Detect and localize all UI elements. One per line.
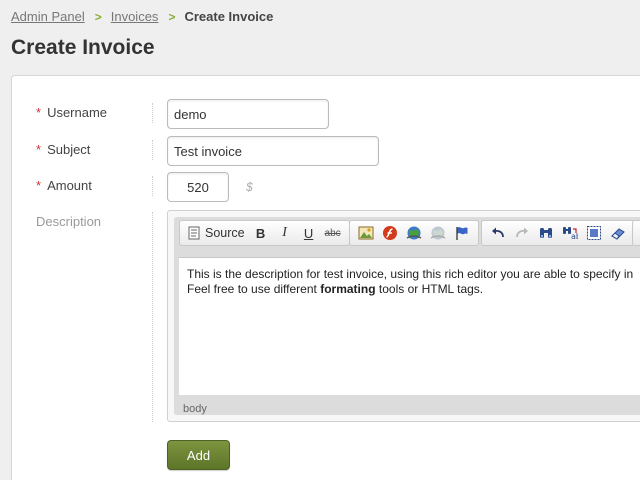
subject-input[interactable] <box>167 136 379 166</box>
replace-button[interactable]: ab <box>559 223 581 243</box>
description-label: Description <box>36 214 102 229</box>
document-icon <box>188 226 200 240</box>
undo-icon <box>492 227 504 238</box>
breadcrumb: Admin Panel > Invoices > Create Invoice <box>11 9 273 24</box>
globe-link-icon <box>406 226 422 240</box>
unlink-button[interactable] <box>427 223 449 243</box>
divider <box>152 103 153 123</box>
insert-flash-button[interactable] <box>379 223 401 243</box>
currency-unit: $ <box>246 180 253 194</box>
select-all-icon <box>587 226 601 240</box>
undo-button[interactable] <box>487 223 509 243</box>
amount-input[interactable] <box>167 172 229 202</box>
divider <box>152 176 153 196</box>
required-mark: * <box>36 105 42 120</box>
required-mark: * <box>36 178 42 193</box>
rich-text-editor: Source B I U abc a This is the descripti… <box>167 210 640 422</box>
flash-icon <box>383 226 397 240</box>
italic-button[interactable]: I <box>274 223 296 243</box>
insert-link-button[interactable] <box>403 223 425 243</box>
subject-label: * Subject <box>36 142 91 157</box>
editor-line: This is the description for test invoice… <box>187 267 634 281</box>
editor-frame: Source B I U abc a This is the descripti… <box>174 217 640 415</box>
redo-button[interactable] <box>511 223 533 243</box>
globe-unlink-icon <box>430 226 446 240</box>
remove-format-button[interactable] <box>607 223 629 243</box>
breadcrumb-admin-panel[interactable]: Admin Panel <box>11 9 85 24</box>
underline-button[interactable]: U <box>298 223 320 243</box>
toolbar-group-more <box>632 220 640 246</box>
redo-icon <box>516 227 528 238</box>
page-title: Create Invoice <box>11 36 155 59</box>
required-mark: * <box>36 142 42 157</box>
editor-content[interactable]: This is the description for test invoice… <box>179 257 640 395</box>
strikethrough-button[interactable]: abc <box>322 223 344 243</box>
eraser-icon <box>611 228 625 240</box>
divider <box>152 212 153 422</box>
username-label: * Username <box>36 105 108 120</box>
add-button[interactable]: Add <box>167 440 230 470</box>
find-button[interactable] <box>535 223 557 243</box>
anchor-button[interactable] <box>451 223 473 243</box>
toolbar-group-edit: ab <box>481 220 635 246</box>
chevron-right-icon: > <box>94 9 102 24</box>
insert-image-button[interactable] <box>355 223 377 243</box>
toolbar-group-format: Source B I U abc <box>179 220 350 246</box>
flag-icon <box>456 227 468 240</box>
breadcrumb-invoices[interactable]: Invoices <box>111 9 159 24</box>
image-icon <box>358 226 374 240</box>
select-all-button[interactable] <box>583 223 605 243</box>
svg-text:ab: ab <box>571 232 578 241</box>
binoculars-icon <box>540 228 552 238</box>
source-button[interactable]: Source <box>185 223 248 243</box>
toolbar-group-insert <box>349 220 479 246</box>
replace-icon: ab <box>563 227 578 241</box>
username-input[interactable] <box>167 99 329 129</box>
bold-button[interactable]: B <box>250 223 272 243</box>
divider <box>152 140 153 160</box>
editor-line: Feel free to use different formating too… <box>187 282 484 296</box>
amount-label: * Amount <box>36 178 92 193</box>
editor-element-path[interactable]: body <box>183 403 207 415</box>
breadcrumb-current: Create Invoice <box>184 9 274 24</box>
chevron-right-icon: > <box>168 9 176 24</box>
